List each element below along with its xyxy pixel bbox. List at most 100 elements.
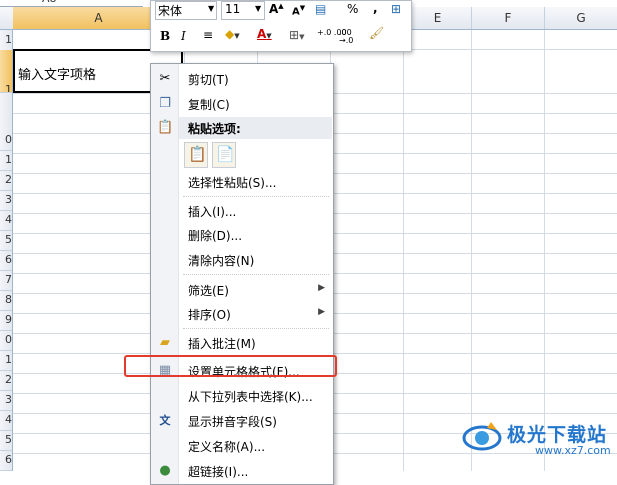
chevron-down-icon: ▼ (255, 4, 262, 13)
menu-item-delete[interactable]: 删除(D)... (151, 223, 333, 247)
chevron-down-icon: ▼ (234, 32, 240, 40)
row-header[interactable]: 7 (0, 270, 12, 291)
menu-item-filter-label: 筛选(E) (188, 284, 229, 298)
shrink-font-label: A (292, 6, 300, 18)
menu-separator (183, 274, 329, 275)
row-header[interactable]: 6 (0, 250, 12, 271)
row-header[interactable]: 2 (0, 170, 12, 191)
menu-item-define-name[interactable]: 定义名称(A)... (151, 434, 333, 458)
caret-up-icon: ▲ (278, 2, 284, 10)
row-header[interactable]: 5 (0, 230, 12, 251)
scissors-icon: ✂ (159, 71, 171, 86)
row-header[interactable]: 4 (0, 410, 12, 431)
menu-item-paste-special-label: 选择性粘贴(S)... (188, 176, 277, 190)
context-menu: ✂ 剪切(T) ❐ 复制(C) 📋 粘贴选项: 📋 📄 选择性粘贴(S)... … (150, 63, 334, 485)
format-painter-icon[interactable]: 🖌 (369, 26, 384, 40)
copy-icon: ❐ (159, 96, 171, 111)
paste-values-button[interactable]: 📄 (212, 142, 236, 168)
phonetic-icon: 文 (159, 414, 171, 427)
menu-item-hyperlink-label: 超链接(I)... (188, 465, 249, 479)
watermark: 极光下载站 www.xz7.com (455, 410, 615, 460)
font-size-box[interactable]: 11 ▼ (221, 1, 265, 20)
row-header[interactable]: 9 (0, 310, 12, 331)
chevron-down-icon: ▼ (266, 32, 272, 40)
decrease-decimal-button[interactable]: .00 →.0 (339, 29, 361, 45)
row-header[interactable]: 8 (0, 290, 12, 311)
row-header[interactable]: 3 (0, 190, 12, 211)
paste-values-icon: 📄 (216, 145, 235, 163)
row-header[interactable]: 6 (0, 450, 12, 471)
menu-item-sort[interactable]: 排序(O) ▶ (151, 302, 333, 326)
font-size-value: 11 (225, 2, 241, 16)
merge-cells-icon[interactable]: ⊞ (391, 2, 401, 16)
font-color-button[interactable]: A▼ (257, 27, 272, 41)
bold-button[interactable]: B (160, 29, 170, 43)
comment-icon: ▰ (160, 335, 170, 350)
menu-item-clear-contents-label: 清除内容(N) (188, 254, 255, 268)
menu-item-pick-from-list-label: 从下拉列表中选择(K)... (188, 390, 313, 404)
menu-item-delete-label: 删除(D)... (188, 229, 243, 243)
menu-item-show-phonetic-label: 显示拼音字段(S) (188, 415, 277, 429)
row-header[interactable]: 4 (0, 210, 12, 231)
row-header[interactable]: 0 (0, 330, 12, 351)
borders-icon[interactable]: ⊞▼ (289, 28, 304, 42)
menu-item-paste-special[interactable]: 选择性粘贴(S)... (151, 170, 333, 194)
name-box[interactable]: A8 (0, 0, 143, 7)
menu-item-filter[interactable]: 筛选(E) ▶ (151, 278, 333, 302)
menu-item-copy[interactable]: ❐ 复制(C) (151, 92, 333, 116)
percent-button[interactable]: % (347, 2, 358, 16)
paste-button[interactable]: 📋 (184, 142, 208, 168)
row-header[interactable]: 0 (0, 130, 12, 151)
menu-separator (183, 196, 329, 197)
font-color-label: A (257, 27, 267, 41)
cell-text: 输入文字项格 (18, 68, 97, 83)
menu-item-copy-label: 复制(C) (188, 98, 230, 112)
row-header[interactable]: 2 (0, 370, 12, 391)
submenu-arrow-icon: ▶ (318, 283, 325, 293)
row-header[interactable]: 5 (0, 430, 12, 451)
menu-separator (183, 328, 329, 329)
watermark-url: www.xz7.com (535, 444, 611, 457)
menu-item-insert[interactable]: 插入(I)... (151, 199, 333, 223)
hyperlink-icon: ● (159, 463, 171, 478)
menu-item-cut-label: 剪切(T) (188, 73, 229, 87)
row-header-selected[interactable]: 1 (0, 50, 12, 93)
row-header[interactable]: 1 (0, 30, 12, 51)
menu-item-paste-options: 📋 粘贴选项: (151, 116, 333, 140)
chevron-down-icon: ▼ (299, 33, 305, 41)
column-header-e[interactable]: E (404, 7, 472, 29)
grow-font-label: A (269, 2, 279, 16)
fill-color-icon[interactable]: ◆▼ (225, 27, 240, 41)
name-box-value: A8 (42, 0, 57, 5)
menu-item-pick-from-list[interactable]: 从下拉列表中选择(K)... (151, 384, 333, 408)
align-center-icon[interactable]: ≡ (203, 28, 213, 42)
submenu-arrow-icon: ▶ (318, 307, 325, 317)
row-header[interactable]: 3 (0, 390, 12, 411)
watermark-text: 极光下载站 (507, 424, 608, 446)
font-name-value: 宋体 (158, 4, 183, 18)
column-header-f[interactable]: F (472, 7, 545, 29)
menu-item-show-phonetic[interactable]: 文 显示拼音字段(S) (151, 409, 333, 433)
row-header[interactable]: 1 (0, 150, 12, 171)
italic-button[interactable]: I (181, 29, 186, 43)
accounting-format-icon[interactable]: ▤ (315, 2, 326, 16)
menu-item-hyperlink[interactable]: ● 超链接(I)... (151, 459, 333, 483)
font-name-box[interactable]: 宋体 ▼ (155, 1, 217, 20)
menu-item-define-name-label: 定义名称(A)... (188, 440, 266, 454)
watermark-logo-icon (462, 422, 502, 451)
menu-item-insert-comment[interactable]: ▰ 插入批注(M) (151, 331, 333, 355)
clipboard-icon: 📋 (157, 120, 174, 135)
comma-button[interactable]: , (373, 1, 378, 15)
menu-item-insert-label: 插入(I)... (188, 205, 237, 219)
grow-font-button[interactable]: A▲ (269, 2, 284, 16)
mini-toolbar: 宋体 ▼ 11 ▼ A▲ A▼ ▤ % , ⊞ B I ≡ ◆▼ A▼ ⊞▼ +… (150, 0, 412, 52)
menu-item-cut[interactable]: ✂ 剪切(T) (151, 67, 333, 91)
shrink-font-button[interactable]: A▼ (292, 4, 305, 17)
menu-item-clear-contents[interactable]: 清除内容(N) (151, 248, 333, 272)
column-header-g[interactable]: G (545, 7, 617, 29)
chevron-down-icon: ▼ (208, 4, 215, 13)
menu-item-sort-label: 排序(O) (188, 308, 231, 322)
paste-icon: 📋 (188, 145, 207, 163)
row-header[interactable]: 1 (0, 350, 12, 371)
row-header-bar: 1 1 0 1 2 3 4 5 6 7 8 9 0 1 2 3 4 5 6 (0, 30, 13, 471)
